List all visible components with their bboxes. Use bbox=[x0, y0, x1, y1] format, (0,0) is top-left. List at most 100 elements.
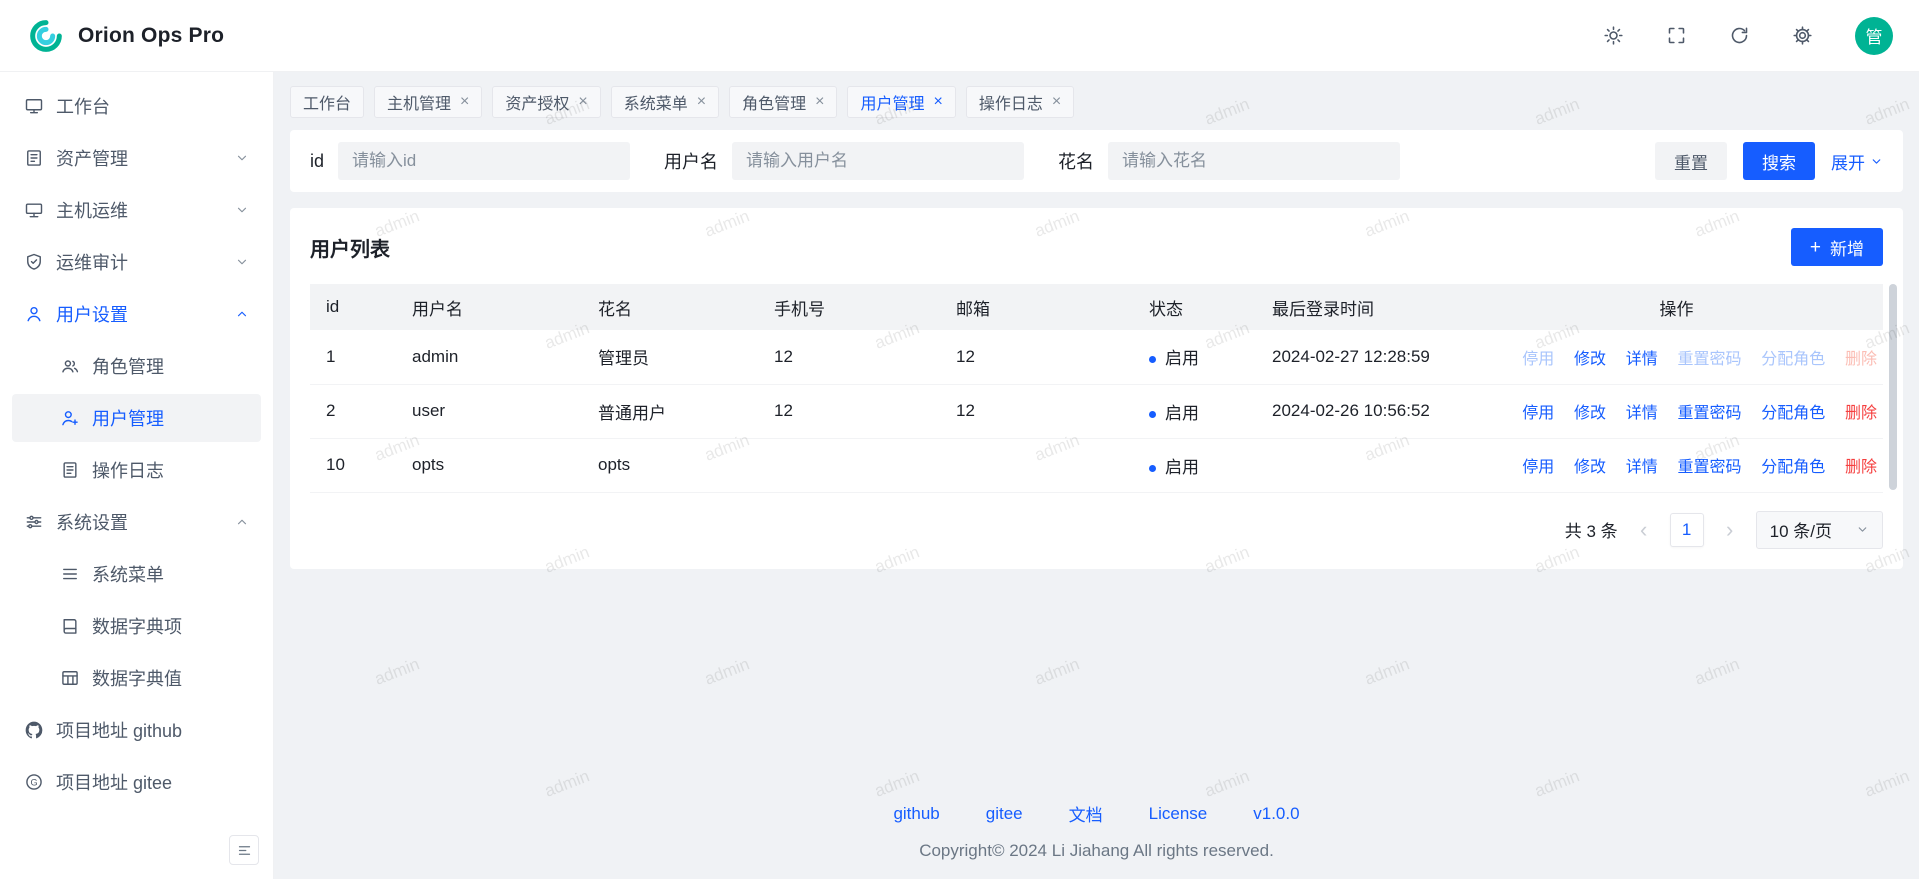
sidebar-item-label: 用户管理 bbox=[92, 405, 164, 431]
sidebar-item-role-management[interactable]: 角色管理 bbox=[12, 342, 261, 390]
footer-link-github[interactable]: github bbox=[893, 804, 939, 824]
close-icon[interactable]: × bbox=[815, 94, 824, 110]
sidebar-item-label: 用户设置 bbox=[56, 301, 128, 327]
table-header-row: id 用户名 花名 手机号 邮箱 状态 最后登录时间 操作 bbox=[310, 284, 1883, 330]
sidebar-item-dict-value[interactable]: 数据字典值 bbox=[12, 654, 261, 702]
action-detail[interactable]: 详情 bbox=[1626, 351, 1658, 368]
tab-workbench[interactable]: 工作台 bbox=[290, 86, 364, 118]
table-scrollbar[interactable] bbox=[1889, 284, 1897, 490]
sidebar-item-host-ops[interactable]: 主机运维 bbox=[12, 186, 261, 234]
close-icon[interactable]: × bbox=[697, 94, 706, 110]
log-file-icon bbox=[60, 460, 80, 480]
sidebar-item-ops-audit[interactable]: 运维审计 bbox=[12, 238, 261, 286]
tab-role-management[interactable]: 角色管理 × bbox=[729, 86, 837, 118]
tab-user-management[interactable]: 用户管理 × bbox=[847, 86, 955, 118]
theme-toggle-icon[interactable] bbox=[1603, 25, 1624, 46]
status-text: 启用 bbox=[1165, 404, 1199, 423]
close-icon[interactable]: × bbox=[1052, 94, 1061, 110]
search-button[interactable]: 搜索 bbox=[1743, 142, 1815, 180]
sidebar-item-user-settings[interactable]: 用户设置 bbox=[12, 290, 261, 338]
chevron-down-icon bbox=[235, 255, 249, 269]
action-edit[interactable]: 修改 bbox=[1574, 459, 1606, 476]
id-label: id bbox=[310, 151, 324, 172]
nickname-label: 花名 bbox=[1058, 148, 1094, 174]
tab-system-menu[interactable]: 系统菜单 × bbox=[611, 86, 719, 118]
sidebar: 工作台 资产管理 主机运维 bbox=[0, 72, 274, 879]
sidebar-item-dict-item[interactable]: 数据字典项 bbox=[12, 602, 261, 650]
refresh-icon[interactable] bbox=[1729, 25, 1750, 46]
action-delete[interactable]: 删除 bbox=[1845, 405, 1877, 422]
page-size-select[interactable]: 10 条/页 bbox=[1756, 511, 1883, 549]
book-icon bbox=[60, 616, 80, 636]
action-assign-role[interactable]: 分配角色 bbox=[1761, 351, 1825, 368]
sidebar-item-asset-management[interactable]: 资产管理 bbox=[12, 134, 261, 182]
id-input[interactable] bbox=[338, 142, 630, 180]
fullscreen-icon[interactable] bbox=[1666, 25, 1687, 46]
sidebar-item-label: 项目地址 gitee bbox=[56, 769, 172, 795]
table-row: 2 user 普通用户 12 12 启用 2024-02-26 10:56:52 bbox=[310, 384, 1883, 438]
tab-operation-log[interactable]: 操作日志 × bbox=[966, 86, 1074, 118]
avatar[interactable]: 管 bbox=[1855, 17, 1893, 55]
cell-nickname: 普通用户 bbox=[588, 384, 764, 438]
action-detail[interactable]: 详情 bbox=[1626, 405, 1658, 422]
footer-link-version[interactable]: v1.0.0 bbox=[1253, 804, 1299, 824]
action-delete[interactable]: 删除 bbox=[1845, 351, 1877, 368]
sidebar-item-label: 工作台 bbox=[56, 93, 110, 119]
tab-label: 主机管理 bbox=[387, 90, 451, 114]
footer-link-docs[interactable]: 文档 bbox=[1069, 801, 1103, 826]
action-edit[interactable]: 修改 bbox=[1574, 351, 1606, 368]
action-disable[interactable]: 停用 bbox=[1522, 459, 1554, 476]
action-reset-password[interactable]: 重置密码 bbox=[1677, 459, 1741, 476]
cell-phone: 12 bbox=[764, 384, 946, 438]
sidebar-item-user-management[interactable]: 用户管理 bbox=[12, 394, 261, 442]
settings-gear-icon[interactable] bbox=[1792, 25, 1813, 46]
expand-toggle[interactable]: 展开 bbox=[1831, 149, 1883, 174]
tab-host-management[interactable]: 主机管理 × bbox=[374, 86, 482, 118]
cell-status: 启用 bbox=[1139, 384, 1262, 438]
add-user-button[interactable]: + 新增 bbox=[1791, 228, 1883, 266]
table-row: 10 opts opts 启用 停用 bbox=[310, 438, 1883, 492]
filter-field-nickname: 花名 bbox=[1058, 142, 1400, 180]
action-reset-password[interactable]: 重置密码 bbox=[1677, 351, 1741, 368]
action-detail[interactable]: 详情 bbox=[1626, 459, 1658, 476]
cell-id: 2 bbox=[310, 384, 402, 438]
cell-actions: 停用 修改 详情 重置密码 分配角色 删除 bbox=[1470, 384, 1883, 438]
github-icon bbox=[24, 720, 44, 740]
sidebar-item-system-settings[interactable]: 系统设置 bbox=[12, 498, 261, 546]
sliders-icon bbox=[24, 512, 44, 532]
status-text: 启用 bbox=[1165, 349, 1199, 368]
action-disable[interactable]: 停用 bbox=[1522, 405, 1554, 422]
username-input[interactable] bbox=[732, 142, 1024, 180]
action-reset-password[interactable]: 重置密码 bbox=[1677, 405, 1741, 422]
sidebar-collapse-button[interactable] bbox=[229, 835, 259, 865]
reset-button[interactable]: 重置 bbox=[1655, 142, 1727, 180]
sidebar-item-gitee[interactable]: G 项目地址 gitee bbox=[12, 758, 261, 806]
footer-link-gitee[interactable]: gitee bbox=[986, 804, 1023, 824]
status-text: 启用 bbox=[1165, 458, 1199, 477]
nickname-input[interactable] bbox=[1108, 142, 1400, 180]
action-assign-role[interactable]: 分配角色 bbox=[1761, 459, 1825, 476]
sidebar-item-operation-log[interactable]: 操作日志 bbox=[12, 446, 261, 494]
prev-page-button[interactable]: ‹ bbox=[1630, 519, 1658, 541]
sidebar-item-workbench[interactable]: 工作台 bbox=[12, 82, 261, 130]
cell-email: 12 bbox=[946, 384, 1139, 438]
sidebar-item-github[interactable]: 项目地址 github bbox=[12, 706, 261, 754]
tab-label: 系统菜单 bbox=[624, 90, 688, 114]
user-list-card: 用户列表 + 新增 id bbox=[290, 208, 1903, 569]
sidebar-item-system-menu[interactable]: 系统菜单 bbox=[12, 550, 261, 598]
close-icon[interactable]: × bbox=[578, 94, 587, 110]
user-table: id 用户名 花名 手机号 邮箱 状态 最后登录时间 操作 bbox=[310, 284, 1883, 493]
close-icon[interactable]: × bbox=[933, 94, 942, 110]
footer-link-license[interactable]: License bbox=[1149, 804, 1208, 824]
host-icon bbox=[24, 200, 44, 220]
close-icon[interactable]: × bbox=[460, 94, 469, 110]
tab-asset-authorization[interactable]: 资产授权 × bbox=[492, 86, 600, 118]
brand-swirl-icon bbox=[26, 16, 66, 56]
action-edit[interactable]: 修改 bbox=[1574, 405, 1606, 422]
action-assign-role[interactable]: 分配角色 bbox=[1761, 405, 1825, 422]
cell-username: user bbox=[402, 384, 588, 438]
action-disable[interactable]: 停用 bbox=[1522, 351, 1554, 368]
page-number-current[interactable]: 1 bbox=[1670, 513, 1704, 547]
action-delete[interactable]: 删除 bbox=[1845, 459, 1877, 476]
next-page-button[interactable]: › bbox=[1716, 519, 1744, 541]
